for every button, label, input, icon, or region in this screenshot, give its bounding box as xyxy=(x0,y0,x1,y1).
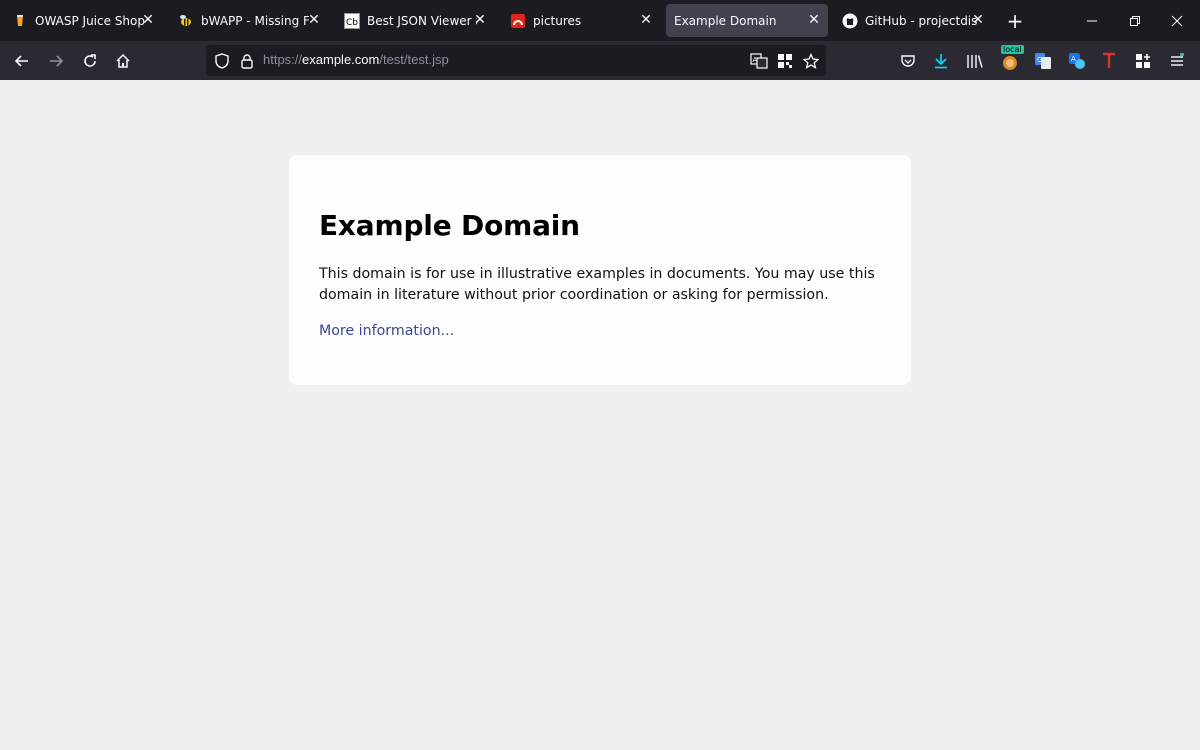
close-tab-icon[interactable]: ✕ xyxy=(472,12,488,28)
tab-title: Best JSON Viewer and xyxy=(367,13,477,28)
forward-button[interactable] xyxy=(43,48,69,74)
new-tab-button[interactable]: + xyxy=(1004,9,1026,33)
home-button[interactable] xyxy=(110,48,136,74)
close-tab-icon[interactable]: ✕ xyxy=(806,12,822,28)
svg-text:A: A xyxy=(1071,55,1076,63)
tab-title: bWAPP - Missing Func xyxy=(201,13,309,28)
juice-shop-icon xyxy=(12,13,28,29)
url-scheme: https:// xyxy=(263,52,303,67)
url-host: example.com xyxy=(302,52,380,67)
local-extension-icon[interactable]: local xyxy=(998,45,1024,73)
library-icon[interactable] xyxy=(963,49,987,73)
pictures-icon xyxy=(510,13,526,29)
tracking-protection-shield-icon[interactable] xyxy=(211,50,233,72)
page-viewport: Example Domain This domain is for use in… xyxy=(0,80,1200,750)
language-extension-icon[interactable]: A xyxy=(1065,49,1089,73)
close-window-button[interactable] xyxy=(1164,8,1190,34)
close-tab-icon[interactable]: ✕ xyxy=(306,12,322,28)
tab-owasp-juice-shop[interactable]: OWASP Juice Shop ✕ xyxy=(4,4,162,37)
close-tab-icon[interactable]: ✕ xyxy=(970,12,986,28)
minimize-button[interactable] xyxy=(1079,8,1105,34)
navigation-toolbar: https://example.com/test/test.jsp A loca… xyxy=(0,41,1200,80)
t-extension-icon[interactable] xyxy=(1097,49,1121,73)
content-card: Example Domain This domain is for use in… xyxy=(289,155,911,385)
url-text[interactable]: https://example.com/test/test.jsp xyxy=(263,52,449,67)
reload-button[interactable] xyxy=(77,48,103,74)
tab-title: GitHub - projectdiscov xyxy=(865,13,977,28)
tab-pictures[interactable]: pictures ✕ xyxy=(502,4,660,37)
tab-json-viewer[interactable]: Cb Best JSON Viewer and ✕ xyxy=(336,4,494,37)
svg-text:Cb: Cb xyxy=(346,18,358,28)
menu-icon[interactable] xyxy=(1165,49,1189,73)
qr-code-icon[interactable] xyxy=(775,51,795,71)
local-badge: local xyxy=(1001,45,1024,54)
tab-bwapp[interactable]: bWAPP - Missing Func ✕ xyxy=(170,4,328,37)
tab-github[interactable]: GitHub - projectdiscov ✕ xyxy=(834,4,992,37)
translate-page-icon[interactable]: A xyxy=(749,51,769,71)
close-tab-icon[interactable]: ✕ xyxy=(638,12,654,28)
page-title: Example Domain xyxy=(319,209,580,242)
more-information-link[interactable]: More information... xyxy=(319,323,454,339)
bookmark-star-icon[interactable] xyxy=(801,51,821,71)
bee-icon xyxy=(178,13,194,29)
downloads-icon[interactable] xyxy=(929,49,953,73)
cb-icon: Cb xyxy=(344,12,360,29)
close-tab-icon[interactable]: ✕ xyxy=(140,12,156,28)
tab-title: Example Domain xyxy=(674,13,777,28)
tab-example-domain[interactable]: Example Domain ✕ xyxy=(666,4,828,37)
pocket-icon[interactable] xyxy=(896,49,920,73)
lock-icon[interactable] xyxy=(236,50,258,72)
restore-button[interactable] xyxy=(1122,8,1148,34)
svg-text:A: A xyxy=(753,56,758,64)
url-bar[interactable]: https://example.com/test/test.jsp A xyxy=(206,45,826,76)
tab-strip: OWASP Juice Shop ✕ bWAPP - Missing Func … xyxy=(0,0,1200,41)
svg-text:G: G xyxy=(1037,56,1042,64)
back-button[interactable] xyxy=(9,48,35,74)
github-icon xyxy=(842,13,858,29)
extensions-grid-icon[interactable] xyxy=(1131,49,1155,73)
url-path: /test/test.jsp xyxy=(379,52,449,67)
translator-extension-icon[interactable]: G xyxy=(1031,49,1055,73)
page-description: This domain is for use in illustrative e… xyxy=(319,266,875,303)
